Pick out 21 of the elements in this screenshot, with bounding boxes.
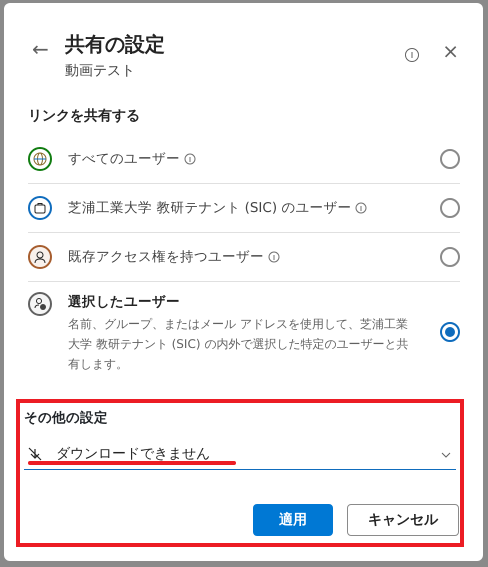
section-title: リンクを共有する — [28, 107, 141, 126]
option-label[interactable]: 選択したユーザー — [68, 294, 180, 310]
info-icon[interactable] — [355, 202, 368, 214]
apply-button[interactable]: 適用 — [253, 504, 333, 536]
dialog-subtitle: 動画テスト — [64, 62, 136, 81]
radio-button[interactable] — [440, 198, 460, 218]
settings-title: その他の設定 — [24, 409, 109, 428]
close-button[interactable]: × — [442, 41, 459, 61]
option-label[interactable]: すべてのユーザー — [68, 150, 180, 167]
option-label[interactable]: 芝浦工業大学 教研テナント (SIC) のユーザー — [68, 200, 352, 216]
radio-button[interactable] — [440, 149, 460, 169]
option-label[interactable]: 既存アクセス権を持つユーザー — [68, 248, 264, 265]
back-button[interactable]: ← — [32, 39, 49, 59]
info-icon[interactable] — [268, 251, 280, 264]
info-icon[interactable] — [184, 153, 196, 166]
dialog-title: 共有の設定 — [64, 31, 166, 57]
info-icon[interactable] — [404, 47, 420, 63]
radio-button[interactable] — [440, 247, 460, 267]
option-description: 名前、グループ、またはメール アドレスを使用して、芝浦工業大学 教研テナント (SIC) の内外で選択した特定のユーザーと共有します。 — [68, 316, 410, 374]
cancel-button[interactable]: キャンセル — [347, 504, 459, 536]
radio-button[interactable] — [440, 322, 460, 342]
